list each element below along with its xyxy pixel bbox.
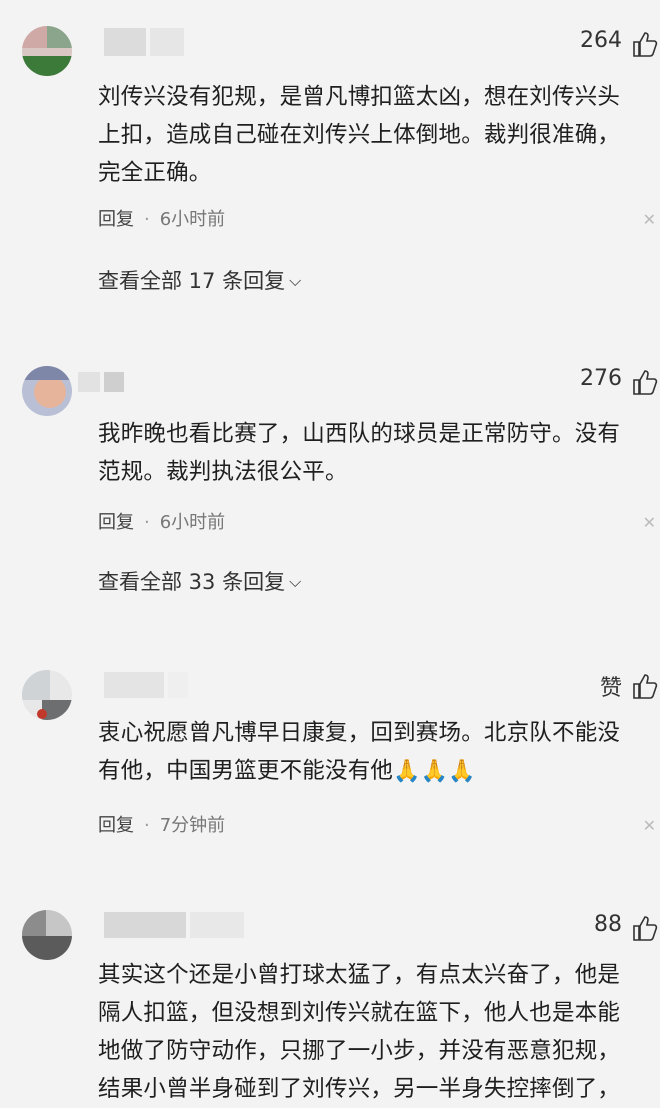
like-count: 88	[594, 912, 622, 937]
comment-text-content: 衷心祝愿曾凡博早日康复，回到赛场。北京队不能没 有他，中国男篮更不能没有他	[98, 720, 621, 784]
like-count: 264	[580, 28, 622, 53]
avatar[interactable]	[22, 670, 72, 720]
chevron-down-icon: ⌵	[289, 572, 302, 591]
reply-button[interactable]: 回复	[98, 815, 134, 836]
close-icon[interactable]: ✕	[643, 816, 656, 835]
comment-meta: 回复 · 6小时前	[98, 512, 226, 533]
comment-text: 其实这个还是小曾打球太猛了，有点太兴奋了，他是 隔人扣篮，但没想到刘传兴就在篮下…	[98, 962, 621, 1102]
avatar[interactable]	[22, 26, 72, 76]
comment-meta: 回复 · 7分钟前	[98, 815, 226, 836]
thumbs-up-icon[interactable]	[632, 30, 658, 58]
avatar[interactable]	[22, 366, 72, 416]
thumbs-up-icon[interactable]	[632, 672, 658, 700]
view-all-replies[interactable]: 查看全部 33 条回复 ⌵	[98, 566, 301, 596]
pray-emoji-icon: 🙏🙏🙏	[393, 759, 476, 784]
close-icon[interactable]: ✕	[643, 513, 656, 532]
comment-text: 衷心祝愿曾凡博早日康复，回到赛场。北京队不能没 有他，中国男篮更不能没有他🙏🙏🙏	[98, 714, 658, 791]
thumbs-up-icon[interactable]	[632, 368, 658, 396]
like-count: 276	[580, 366, 622, 391]
chevron-down-icon: ⌵	[289, 271, 302, 290]
username-blurred[interactable]	[78, 372, 128, 392]
thumbs-up-icon[interactable]	[632, 914, 658, 942]
reply-button[interactable]: 回复	[98, 512, 134, 533]
username-blurred[interactable]	[104, 28, 188, 56]
username-blurred[interactable]	[104, 672, 192, 698]
timestamp: 6小时前	[159, 209, 226, 230]
timestamp: 6小时前	[159, 512, 226, 533]
reply-button[interactable]: 回复	[98, 209, 134, 230]
timestamp: 7分钟前	[159, 815, 226, 836]
comment-text: 我昨晚也看比赛了，山西队的球员是正常防守。没有 范规。裁判执法很公平。	[98, 421, 621, 485]
like-button-label: 赞	[599, 676, 622, 701]
comment-meta: 回复 · 6小时前	[98, 209, 226, 230]
avatar[interactable]	[22, 910, 72, 960]
view-all-replies-label: 查看全部 33 条回复	[98, 570, 286, 594]
close-icon[interactable]: ✕	[643, 210, 656, 229]
comment-text: 刘传兴没有犯规，是曾凡博扣篮太凶，想在刘传兴头 上扣，造成自己碰在刘传兴上体倒地…	[98, 84, 621, 186]
username-blurred[interactable]	[104, 912, 248, 938]
view-all-replies[interactable]: 查看全部 17 条回复 ⌵	[98, 265, 301, 295]
view-all-replies-label: 查看全部 17 条回复	[98, 269, 286, 293]
